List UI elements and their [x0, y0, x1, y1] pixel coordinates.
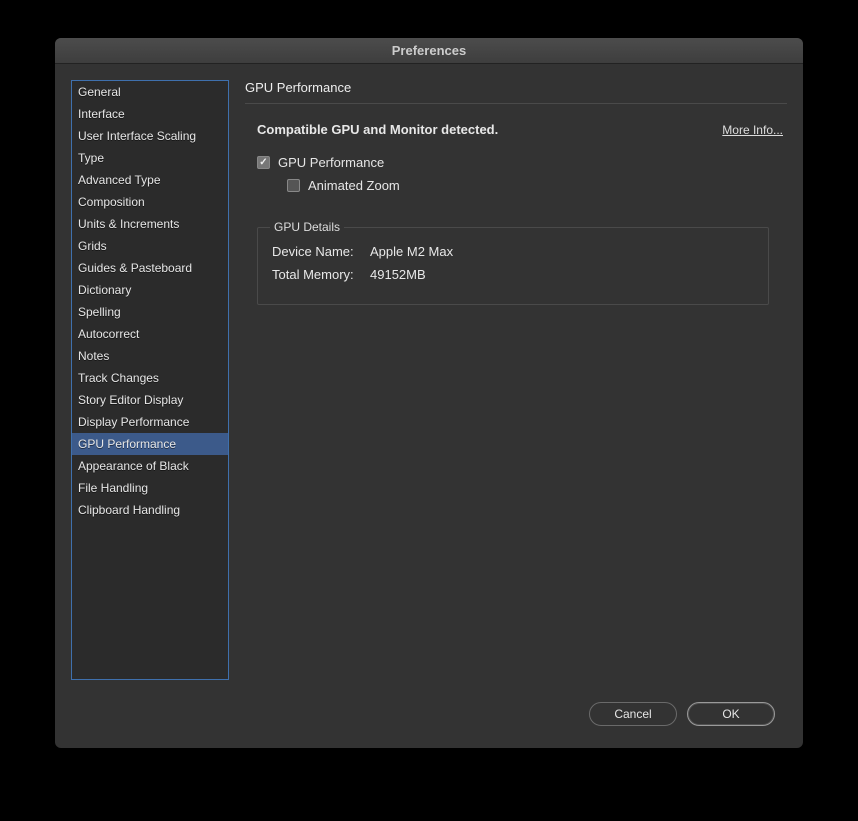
gpu-details-legend: GPU Details [270, 220, 344, 234]
cancel-button[interactable]: Cancel [589, 702, 677, 726]
animated-zoom-checkbox-row: Animated Zoom [245, 178, 787, 193]
dialog-footer: Cancel OK [55, 692, 803, 748]
sidebar-item[interactable]: GPU Performance [72, 433, 228, 455]
titlebar: Preferences [55, 38, 803, 64]
sidebar-item[interactable]: Clipboard Handling [72, 499, 228, 521]
sidebar-item[interactable]: Appearance of Black [72, 455, 228, 477]
sidebar-item[interactable]: Spelling [72, 301, 228, 323]
sidebar-item[interactable]: General [72, 81, 228, 103]
sidebar-item[interactable]: Composition [72, 191, 228, 213]
total-memory-value: 49152MB [370, 267, 426, 282]
sidebar-item[interactable]: Display Performance [72, 411, 228, 433]
sidebar[interactable]: GeneralInterfaceUser Interface ScalingTy… [71, 80, 229, 680]
dialog-title: Preferences [392, 43, 466, 58]
status-row: Compatible GPU and Monitor detected. Mor… [245, 122, 787, 137]
panel-title: GPU Performance [245, 76, 787, 104]
ok-button[interactable]: OK [687, 702, 775, 726]
animated-zoom-checkbox[interactable] [287, 179, 300, 192]
preferences-dialog: Preferences GeneralInterfaceUser Interfa… [55, 38, 803, 748]
total-memory-label: Total Memory: [272, 267, 364, 282]
gpu-performance-label: GPU Performance [278, 155, 384, 170]
sidebar-item[interactable]: Story Editor Display [72, 389, 228, 411]
animated-zoom-label: Animated Zoom [308, 178, 400, 193]
more-info-link[interactable]: More Info... [722, 123, 783, 137]
gpu-performance-checkbox[interactable] [257, 156, 270, 169]
compat-status-text: Compatible GPU and Monitor detected. [257, 122, 498, 137]
device-name-row: Device Name: Apple M2 Max [272, 244, 754, 259]
main-panel: GPU Performance Compatible GPU and Monit… [245, 80, 787, 682]
device-name-value: Apple M2 Max [370, 244, 453, 259]
sidebar-item[interactable]: Track Changes [72, 367, 228, 389]
total-memory-row: Total Memory: 49152MB [272, 267, 754, 282]
sidebar-item[interactable]: File Handling [72, 477, 228, 499]
sidebar-item[interactable]: Autocorrect [72, 323, 228, 345]
sidebar-item[interactable]: Dictionary [72, 279, 228, 301]
device-name-label: Device Name: [272, 244, 364, 259]
sidebar-item[interactable]: Grids [72, 235, 228, 257]
sidebar-item[interactable]: Units & Increments [72, 213, 228, 235]
sidebar-item[interactable]: Guides & Pasteboard [72, 257, 228, 279]
sidebar-item[interactable]: Advanced Type [72, 169, 228, 191]
dialog-body: GeneralInterfaceUser Interface ScalingTy… [55, 64, 803, 692]
sidebar-item[interactable]: Type [72, 147, 228, 169]
sidebar-item[interactable]: User Interface Scaling [72, 125, 228, 147]
sidebar-item[interactable]: Notes [72, 345, 228, 367]
gpu-performance-checkbox-row: GPU Performance [245, 155, 787, 170]
gpu-details-fieldset: GPU Details Device Name: Apple M2 Max To… [257, 227, 769, 305]
sidebar-item[interactable]: Interface [72, 103, 228, 125]
